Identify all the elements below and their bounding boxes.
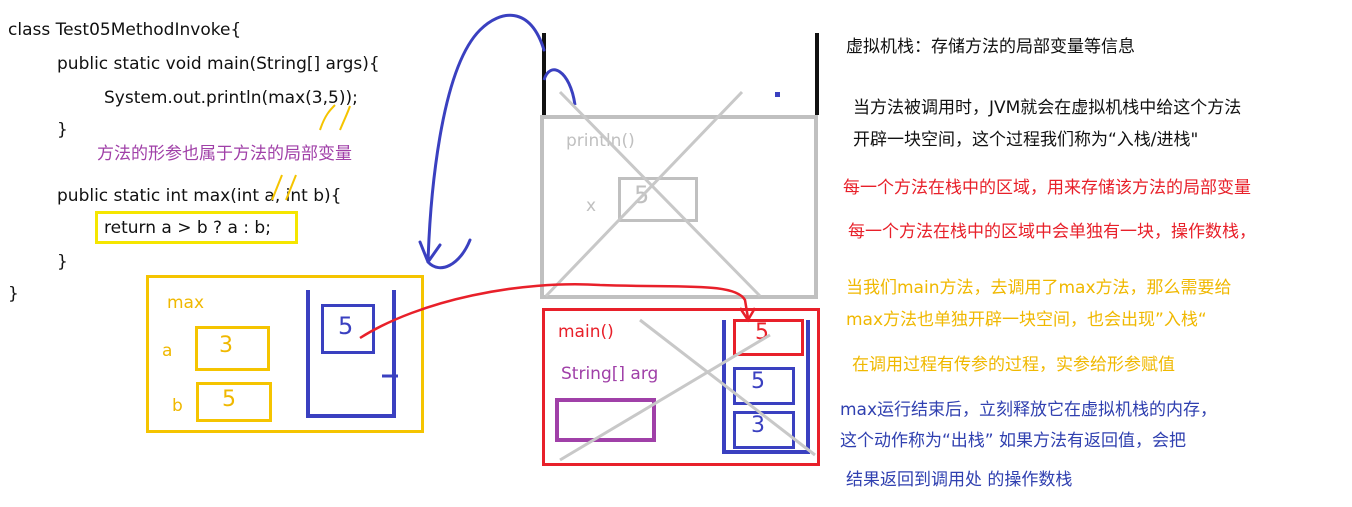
red-return-arrow [359,283,750,340]
yellow-arg-arrow [339,105,351,131]
yellow-arg-arrow [285,174,297,201]
blue-curve-arrow [418,13,546,270]
note-pop-2: 这个动作称为“出栈” 如果方法有返回值，会把 [840,431,1187,451]
yellow-arg-arrow [271,174,283,201]
note-local-vars: 每一个方法在栈中的区域，用来存储该方法的局部变量 [843,178,1251,198]
note-operand-stack: 每一个方法在栈中的区域中会单独有一块，操作数栈， [848,222,1256,242]
blue-curve-top [542,68,577,106]
note-push-2: 开辟一块空间，这个过程我们称为“入栈/进栈" [853,130,1199,150]
note-params: 在调用过程有传参的过程，实参给形参赋值 [852,355,1175,375]
gray-cross-line [558,90,762,298]
gray-cross-line [639,318,816,457]
note-pop-1: max运行结束后，立刻释放它在虚拟机栈的内存， [840,400,1218,420]
note-pop-3: 结果返回到调用处 的操作数栈 [846,470,1073,490]
stack-dot [775,92,780,97]
note-push-1: 当方法被调用时，JVM就会在虚拟机栈中给这个方法 [853,98,1242,118]
note-call-2: max方法也单独开辟一块空间，也会出现”入栈“ [846,310,1207,330]
note-vm-stack: 虚拟机栈：存储方法的局部变量等信息 [846,37,1135,57]
note-call-1: 当我们main方法，去调用了max方法，那么需要给 [846,278,1232,298]
gray-cross-line [544,90,744,298]
yellow-arg-arrow [319,104,336,131]
